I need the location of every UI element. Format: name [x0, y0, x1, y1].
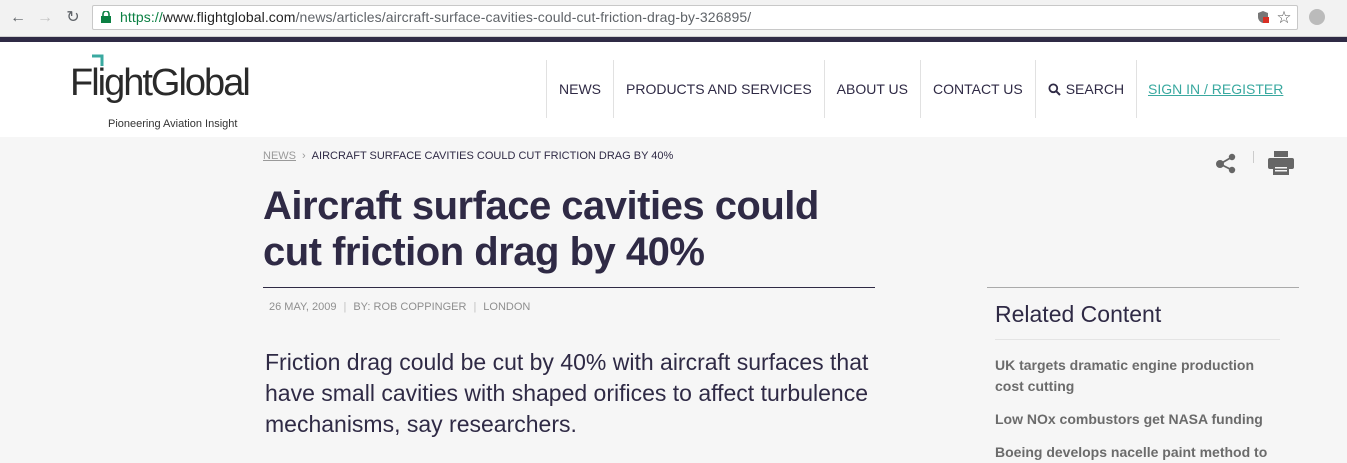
logo-wordmark: FlightGlobal [70, 62, 251, 104]
tools-divider [1253, 151, 1254, 163]
share-icon[interactable] [1214, 152, 1238, 174]
extension-icon[interactable] [1309, 9, 1325, 25]
title-divider [263, 287, 875, 288]
nav-news[interactable]: NEWS [546, 60, 613, 118]
forward-arrow-icon[interactable]: → [35, 8, 55, 28]
related-item[interactable]: Low NOx combustors get NASA funding [995, 409, 1285, 430]
address-bar[interactable]: https://www.flightglobal.com/news/articl… [92, 5, 1298, 30]
search-icon [1048, 83, 1061, 96]
meta-separator: | [473, 301, 477, 313]
lock-icon [101, 11, 111, 23]
article-meta: 26 MAY, 2009 | BY: ROB COPPINGER | LONDON [269, 301, 530, 313]
breadcrumb-chevron-icon: › [302, 150, 306, 162]
related-top-divider [987, 287, 1299, 288]
reload-icon[interactable]: ↻ [63, 8, 83, 28]
nav-products-and-services[interactable]: PRODUCTS AND SERVICES [613, 60, 824, 118]
back-arrow-icon[interactable]: ← [8, 8, 28, 28]
url-scheme: https:// [120, 9, 163, 25]
url-path: /news/articles/aircraft-surface-cavities… [295, 9, 752, 25]
related-title-divider [995, 339, 1280, 340]
article-standfirst: Friction drag could be cut by 40% with a… [265, 349, 869, 437]
nav-about-us[interactable]: ABOUT US [823, 60, 920, 118]
article-author: BY: ROB COPPINGER [353, 301, 467, 313]
breadcrumb-news-link[interactable]: NEWS [263, 150, 296, 162]
browser-toolbar: ← → ↻ https://www.flightglobal.com/news/… [0, 0, 1347, 37]
main-navigation: NEWS PRODUCTS AND SERVICES ABOUT US CONT… [546, 60, 1138, 118]
logo-tagline: Pioneering Aviation Insight [108, 118, 238, 130]
nav-contact-us[interactable]: CONTACT US [919, 60, 1035, 118]
flightglobal-logo[interactable]: FlightGlobal Pioneering Aviation Insight [70, 52, 280, 132]
related-content-title: Related Content [995, 301, 1162, 327]
site-shield-icon[interactable] [1255, 10, 1271, 26]
nav-search-label: SEARCH [1065, 81, 1125, 97]
article-date: 26 MAY, 2009 [269, 301, 337, 313]
article-location: LONDON [483, 301, 531, 313]
url-host: www.flightglobal.com [162, 9, 296, 25]
print-icon[interactable] [1268, 151, 1294, 175]
star-icon[interactable]: ☆ [1276, 9, 1292, 26]
site-header: FlightGlobal Pioneering Aviation Insight… [0, 42, 1347, 137]
nav-search[interactable]: SEARCH [1034, 60, 1138, 118]
article-title: Aircraft surface cavities could cut fric… [263, 184, 819, 274]
url-text: https://www.flightglobal.com/news/articl… [120, 6, 751, 29]
breadcrumb: NEWS › AIRCRAFT SURFACE CAVITIES COULD CUT… [263, 150, 673, 162]
related-item[interactable]: UK targets dramatic engine production co… [995, 355, 1285, 397]
sign-in-register-link[interactable]: SIGN IN / REGISTER [1148, 81, 1283, 97]
breadcrumb-current: AIRCRAFT SURFACE CAVITIES COULD CUT FRIC… [311, 150, 674, 162]
meta-separator: | [343, 301, 347, 313]
